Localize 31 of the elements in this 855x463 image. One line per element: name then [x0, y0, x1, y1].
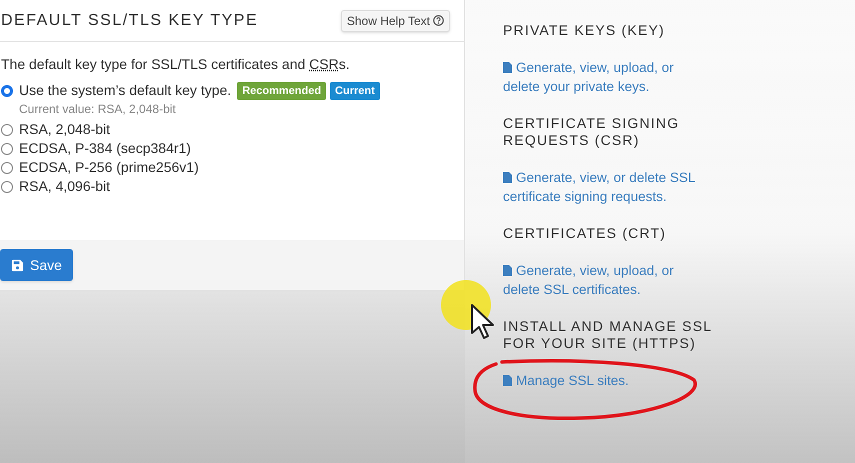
radio-button[interactable] — [1, 143, 13, 155]
document-icon — [503, 375, 512, 386]
document-icon — [503, 265, 512, 276]
option-label: RSA, 2,048-bit — [19, 120, 110, 139]
section-heading: INSTALL AND MANAGE SSL FOR YOUR SITE (HTTPS) — [503, 318, 713, 352]
option-label: ECDSA, P-384 (secp384r1) — [19, 139, 191, 158]
option-label: Use the system’s default key type. — [19, 81, 232, 100]
section-heading: CERTIFICATE SIGNING REQUESTS (CSR) — [503, 115, 680, 149]
status-badge: Recommended — [237, 82, 326, 100]
document-link[interactable]: Generate, view, upload, or delete SSL certificates. — [503, 261, 713, 299]
document-icon — [503, 62, 512, 73]
radio-button[interactable] — [1, 124, 13, 136]
document-link[interactable]: Manage SSL sites. — [503, 371, 713, 390]
panel-title: DEFAULT SSL/TLS KEY TYPE — [0, 10, 258, 30]
section-heading: CERTIFICATES (CRT) — [503, 225, 668, 242]
description-text: The default key type for SSL/TLS certificates and CSRs. — [0, 55, 351, 74]
help-button[interactable]: Show Help Text — [340, 10, 450, 32]
current-value-note: Current value: RSA, 2,048-bit — [19, 101, 177, 118]
option-label: RSA, 4,096-bit — [19, 177, 110, 196]
document-link[interactable]: Generate, view, or delete SSL certificate signing requests. — [503, 168, 713, 206]
save-button[interactable]: Save — [0, 249, 73, 281]
help-icon — [433, 15, 444, 26]
status-badge: Current — [330, 82, 380, 100]
section-heading: PRIVATE KEYS (KEY) — [503, 22, 666, 39]
pointer-icon — [470, 303, 496, 341]
option-label: ECDSA, P-256 (prime256v1) — [19, 158, 199, 177]
radio-button[interactable] — [1, 181, 13, 193]
document-link[interactable]: Generate, view, upload, or delete your private keys. — [503, 58, 713, 96]
radio-button[interactable] — [1, 162, 13, 174]
document-icon — [503, 172, 512, 183]
radio-button[interactable] — [1, 85, 13, 97]
